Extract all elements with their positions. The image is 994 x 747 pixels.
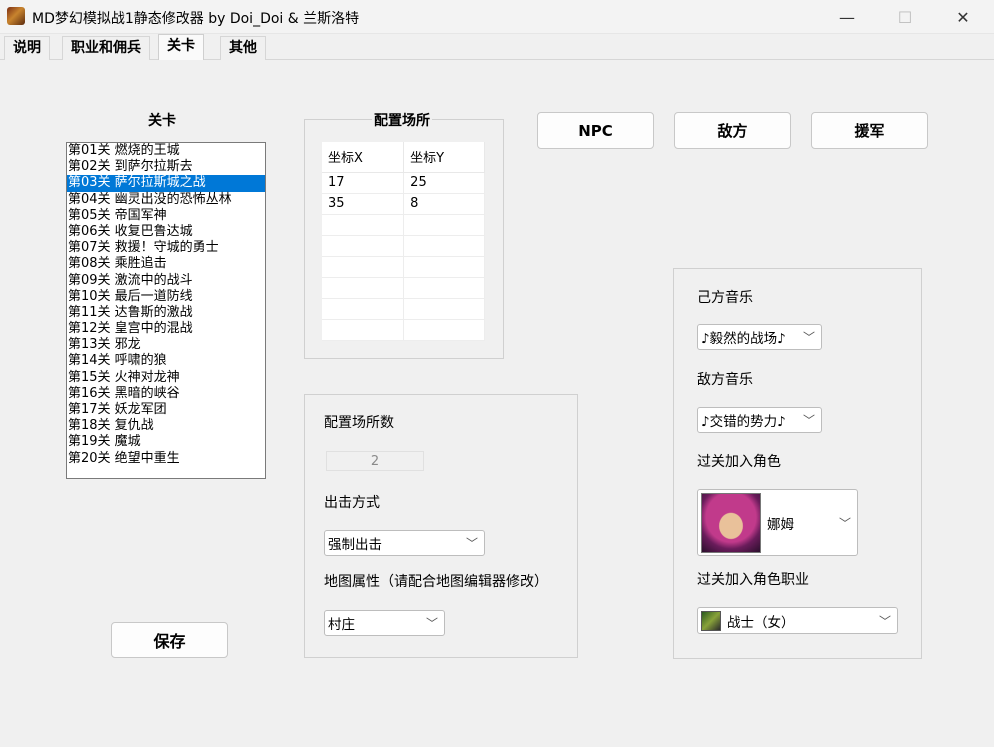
reinforcement-button[interactable]: 援军 — [811, 112, 928, 149]
table-row[interactable] — [322, 277, 485, 299]
enemy-button[interactable]: 敌方 — [674, 112, 791, 149]
npc-button[interactable]: NPC — [537, 112, 654, 149]
join-character-job-label: 过关加入角色职业 — [697, 572, 809, 588]
cell-x[interactable] — [322, 256, 405, 278]
tab-jobs-mercenaries[interactable]: 职业和佣兵 — [62, 36, 150, 60]
level-listbox[interactable]: 第01关 燃烧的王城 第02关 到萨尔拉斯去 第03关 萨尔拉斯城之战 第04关… — [66, 142, 266, 479]
join-character-label: 过关加入角色 — [697, 454, 781, 470]
list-item[interactable]: 第13关 邪龙 — [67, 337, 265, 353]
list-item[interactable]: 第02关 到萨尔拉斯去 — [67, 159, 265, 175]
map-attribute-select[interactable]: 村庄 ﹀ — [324, 610, 445, 636]
chevron-down-icon: ﹀ — [802, 330, 815, 345]
cell-y[interactable] — [403, 277, 485, 299]
list-item[interactable]: 第04关 幽灵出没的恐怖丛林 — [67, 192, 265, 208]
enemy-music-label: 敌方音乐 — [697, 372, 753, 388]
list-item[interactable]: 第19关 魔城 — [67, 434, 265, 450]
column-header-y: 坐标Y — [403, 142, 485, 173]
cell-x[interactable] — [322, 319, 405, 341]
tab-strip: 说明 职业和佣兵 关卡 其他 — [0, 34, 994, 61]
tab-levels[interactable]: 关卡 — [158, 34, 204, 61]
list-item[interactable]: 第07关 救援！守城的勇士 — [67, 240, 265, 256]
cell-y[interactable]: 25 — [403, 172, 485, 194]
sortie-mode-select[interactable]: 强制出击 ﹀ — [324, 530, 485, 556]
list-item[interactable]: 第12关 皇宫中的混战 — [67, 321, 265, 337]
save-button[interactable]: 保存 — [111, 622, 228, 658]
sortie-mode-label: 出击方式 — [324, 495, 380, 511]
placement-grid[interactable]: 坐标X 坐标Y 17 25 35 8 — [322, 142, 485, 341]
column-header-x: 坐标X — [322, 142, 405, 173]
table-row[interactable] — [322, 214, 485, 236]
close-button[interactable]: ✕ — [938, 0, 988, 34]
table-row[interactable] — [322, 319, 485, 341]
join-character-value: 娜姆 — [767, 516, 794, 533]
chevron-down-icon: ﹀ — [838, 516, 851, 530]
list-item[interactable]: 第09关 激流中的战斗 — [67, 273, 265, 289]
list-item[interactable]: 第20关 绝望中重生 — [67, 451, 265, 467]
chevron-down-icon: ﹀ — [425, 616, 438, 631]
ally-music-select[interactable]: ♪毅然的战场♪ ﹀ — [697, 324, 822, 350]
list-item[interactable]: 第05关 帝国军神 — [67, 208, 265, 224]
list-item[interactable]: 第08关 乘胜追击 — [67, 256, 265, 272]
ally-music-label: 己方音乐 — [697, 290, 753, 306]
map-attribute-value: 村庄 — [328, 617, 355, 633]
cell-y[interactable] — [403, 298, 485, 320]
enemy-music-select[interactable]: ♪交错的势力♪ ﹀ — [697, 407, 822, 433]
cell-y[interactable] — [403, 319, 485, 341]
join-character-select[interactable]: 娜姆 ﹀ — [697, 489, 858, 556]
list-item[interactable]: 第01关 燃烧的王城 — [67, 143, 265, 159]
cell-x[interactable] — [322, 235, 405, 257]
join-character-job-value: 战士（女） — [727, 614, 795, 631]
cell-y[interactable]: 8 — [403, 193, 485, 215]
list-item[interactable]: 第17关 妖龙军团 — [67, 402, 265, 418]
warrior-job-icon — [701, 610, 721, 631]
map-attribute-label: 地图属性（请配合地图编辑器修改） — [324, 574, 548, 590]
game-character-icon — [7, 7, 25, 25]
ally-music-value: ♪毅然的战场♪ — [701, 331, 786, 347]
cell-x[interactable]: 17 — [322, 172, 405, 194]
character-portrait-icon — [701, 492, 761, 553]
list-item[interactable]: 第15关 火神对龙神 — [67, 370, 265, 386]
enemy-music-value: ♪交错的势力♪ — [701, 414, 786, 430]
title-bar: MD梦幻模拟战1静态修改器 by Doi_Doi & 兰斯洛特 — ☐ ✕ — [0, 0, 994, 34]
minimize-button[interactable]: — — [822, 0, 872, 34]
list-item[interactable]: 第18关 复仇战 — [67, 418, 265, 434]
window-title: MD梦幻模拟战1静态修改器 by Doi_Doi & 兰斯洛特 — [32, 11, 360, 27]
table-row[interactable] — [322, 298, 485, 320]
table-row[interactable] — [322, 256, 485, 278]
cell-x[interactable] — [322, 214, 405, 236]
cell-y[interactable] — [403, 214, 485, 236]
cell-y[interactable] — [403, 256, 485, 278]
cell-x[interactable] — [322, 298, 405, 320]
chevron-down-icon: ﹀ — [802, 413, 815, 428]
maximize-button[interactable]: ☐ — [880, 0, 930, 34]
join-character-job-select[interactable]: 战士（女） ﹀ — [697, 607, 898, 634]
table-row[interactable] — [322, 235, 485, 257]
table-row[interactable]: 35 8 — [322, 193, 485, 215]
levels-heading: 关卡 — [148, 113, 176, 129]
chevron-down-icon: ﹀ — [878, 614, 891, 628]
placement-count-label: 配置场所数 — [324, 415, 394, 431]
list-item[interactable]: 第11关 达鲁斯的激战 — [67, 305, 265, 321]
tab-other[interactable]: 其他 — [220, 36, 266, 60]
list-item[interactable]: 第16关 黑暗的峡谷 — [67, 386, 265, 402]
chevron-down-icon: ﹀ — [465, 536, 478, 551]
list-item[interactable]: 第03关 萨尔拉斯城之战 — [67, 175, 265, 192]
list-item[interactable]: 第06关 收复巴鲁达城 — [67, 224, 265, 240]
tab-instructions[interactable]: 说明 — [4, 36, 50, 60]
list-item[interactable]: 第10关 最后一道防线 — [67, 289, 265, 305]
cell-x[interactable]: 35 — [322, 193, 405, 215]
placement-count-field: 2 — [326, 451, 424, 471]
cell-x[interactable] — [322, 277, 405, 299]
cell-y[interactable] — [403, 235, 485, 257]
table-row[interactable]: 17 25 — [322, 172, 485, 194]
placement-heading: 配置场所 — [372, 110, 432, 130]
list-item[interactable]: 第14关 呼啸的狼 — [67, 353, 265, 369]
sortie-mode-value: 强制出击 — [328, 537, 382, 553]
